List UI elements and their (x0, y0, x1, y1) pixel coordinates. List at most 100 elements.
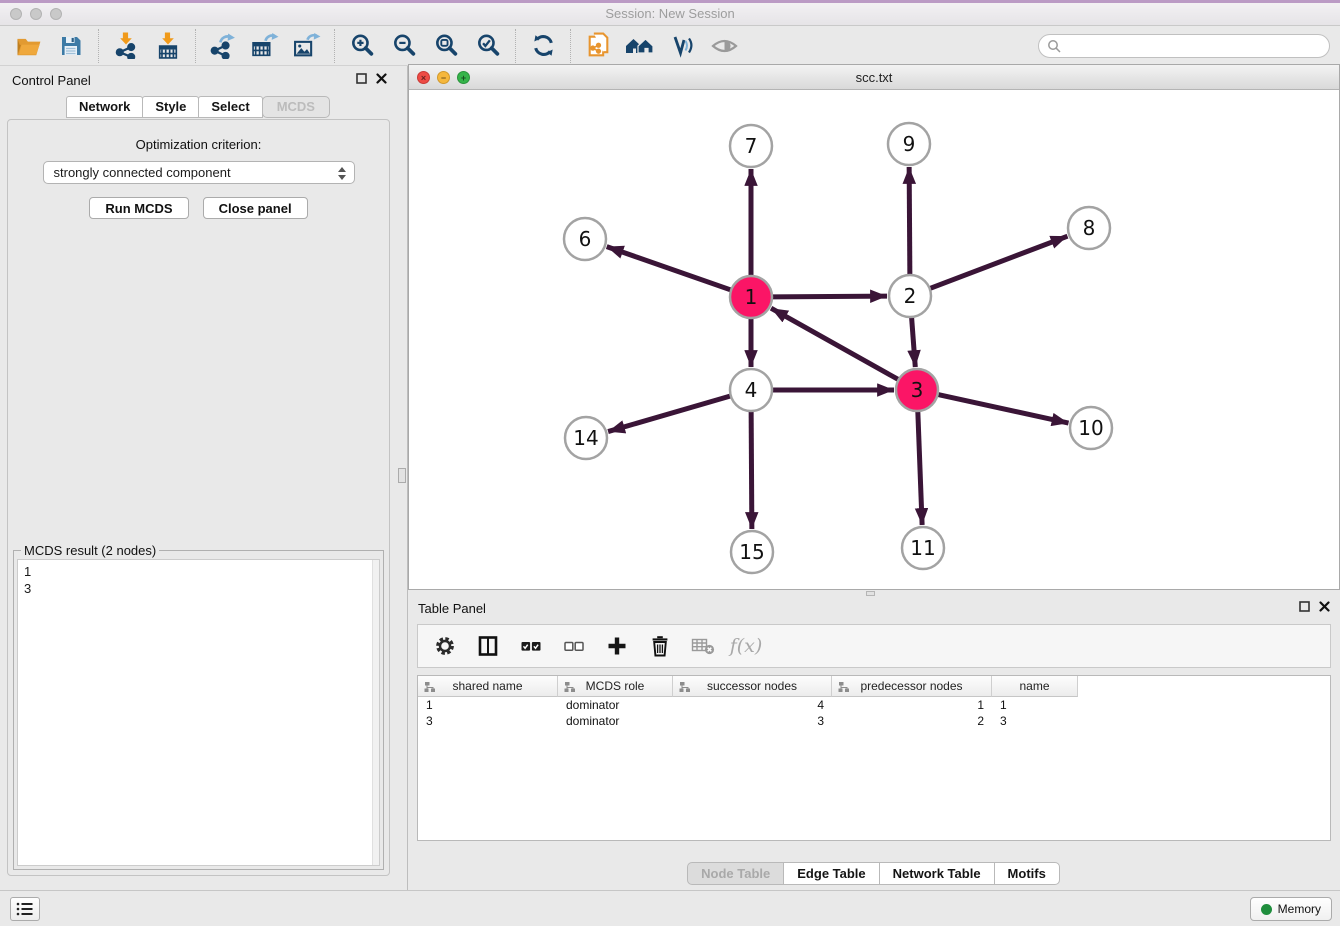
main-toolbar (0, 26, 1340, 66)
eye-icon (711, 35, 738, 57)
tab-network[interactable]: Network (66, 96, 143, 118)
tab-mcds[interactable]: MCDS (262, 96, 330, 118)
criterion-dropdown[interactable]: strongly connected component (43, 161, 355, 184)
graph-node-label: 15 (739, 540, 764, 564)
node-table: shared name MCDS role successor nodes pr… (417, 675, 1331, 841)
clone-network-icon (585, 32, 612, 60)
function-builder-button[interactable]: f(x) (729, 628, 763, 664)
zoom-selected-icon (476, 33, 501, 58)
vertical-split-divider[interactable] (397, 66, 408, 890)
float-panel-icon[interactable] (356, 73, 367, 84)
graph-edge[interactable] (938, 394, 1069, 423)
table-cell[interactable]: 4 (673, 697, 832, 713)
float-panel-icon[interactable] (1299, 601, 1310, 612)
refresh-view-button[interactable] (522, 27, 564, 65)
export-network-button[interactable] (202, 27, 244, 65)
table-row[interactable]: 1dominator411 (418, 697, 1330, 713)
table-cell[interactable]: 3 (992, 713, 1078, 729)
attribute-icon (679, 681, 691, 693)
table-cell[interactable]: 1 (832, 697, 992, 713)
delete-column-button[interactable] (643, 628, 677, 664)
delete-table-button[interactable] (686, 628, 720, 664)
zoom-out-icon (392, 33, 417, 58)
trash-icon (648, 634, 672, 658)
export-table-button[interactable] (244, 27, 286, 65)
table-cell[interactable]: dominator (558, 697, 673, 713)
add-column-button[interactable] (600, 628, 634, 664)
list-icon (15, 901, 35, 917)
table-panel: Table Panel (408, 596, 1340, 890)
column-header-shared-name[interactable]: shared name (418, 676, 558, 697)
gear-icon (433, 634, 457, 658)
column-header-successor-nodes[interactable]: successor nodes (673, 676, 832, 697)
graph-edge[interactable] (751, 411, 752, 529)
task-history-button[interactable] (10, 897, 40, 921)
graph-edge[interactable] (930, 236, 1068, 288)
columns-icon (476, 634, 500, 658)
open-folder-icon (16, 34, 43, 58)
deselect-all-button[interactable] (557, 628, 591, 664)
home-button[interactable] (619, 27, 661, 65)
vizmapper-button[interactable] (661, 27, 703, 65)
network-window-titlebar[interactable]: × − + scc.txt (409, 65, 1339, 90)
tab-node-table[interactable]: Node Table (687, 862, 784, 885)
tab-style[interactable]: Style (142, 96, 199, 118)
close-panel-icon[interactable] (1319, 601, 1330, 612)
export-image-button[interactable] (286, 27, 328, 65)
window-title: Session: New Session (0, 6, 1340, 21)
graph-node-label: 6 (579, 227, 592, 251)
table-cell[interactable]: 2 (832, 713, 992, 729)
graph-edge[interactable] (771, 308, 899, 379)
table-cell[interactable]: dominator (558, 713, 673, 729)
memory-label: Memory (1278, 902, 1321, 916)
table-cell[interactable]: 1 (992, 697, 1078, 713)
graph-node-label: 14 (573, 426, 598, 450)
import-table-button[interactable] (147, 27, 189, 65)
close-panel-button[interactable]: Close panel (203, 197, 308, 219)
table-cell[interactable]: 1 (418, 697, 558, 713)
zoom-fit-button[interactable] (425, 27, 467, 65)
clone-network-button[interactable] (577, 27, 619, 65)
table-cell[interactable]: 3 (418, 713, 558, 729)
run-mcds-button[interactable]: Run MCDS (89, 197, 188, 219)
column-header-name[interactable]: name (992, 676, 1078, 697)
network-graph[interactable]: 7968124314101511 (409, 90, 1339, 589)
show-columns-button[interactable] (471, 628, 505, 664)
import-network-button[interactable] (105, 27, 147, 65)
graph-edge[interactable] (608, 396, 731, 432)
memory-button[interactable]: Memory (1250, 897, 1332, 921)
save-session-button[interactable] (50, 27, 92, 65)
column-header-predecessor-nodes[interactable]: predecessor nodes (832, 676, 992, 697)
tab-network-table[interactable]: Network Table (879, 862, 995, 885)
open-session-button[interactable] (8, 27, 50, 65)
mcds-result-list[interactable]: 1 3 (17, 559, 380, 866)
graph-edge[interactable] (909, 167, 910, 275)
toolbar-separator (334, 29, 335, 63)
zoom-out-button[interactable] (383, 27, 425, 65)
graph-edge[interactable] (912, 317, 916, 367)
table-row[interactable]: 3dominator323 (418, 713, 1330, 729)
graph-node-label: 7 (745, 134, 758, 158)
zoom-in-button[interactable] (341, 27, 383, 65)
tab-select[interactable]: Select (198, 96, 262, 118)
vertical-split-grip[interactable] (398, 468, 406, 483)
table-settings-button[interactable] (428, 628, 462, 664)
tab-motifs[interactable]: Motifs (994, 862, 1060, 885)
search-input[interactable] (1061, 39, 1321, 53)
tab-edge-table[interactable]: Edge Table (783, 862, 879, 885)
network-canvas[interactable]: 7968124314101511 (409, 90, 1339, 589)
table-cell[interactable]: 3 (673, 713, 832, 729)
column-header-mcds-role[interactable]: MCDS role (558, 676, 673, 697)
select-all-button[interactable] (514, 628, 548, 664)
hide-panel-button[interactable] (703, 27, 745, 65)
result-scrollbar[interactable] (372, 560, 379, 865)
deselect-all-icon (562, 634, 586, 658)
graph-edge[interactable] (772, 296, 887, 297)
export-table-icon (251, 33, 279, 59)
table-toolbar: f(x) (417, 624, 1331, 668)
search-field[interactable] (1038, 34, 1330, 58)
graph-edge[interactable] (918, 411, 922, 525)
close-panel-icon[interactable] (376, 73, 387, 84)
zoom-selected-button[interactable] (467, 27, 509, 65)
graph-edge[interactable] (607, 247, 731, 290)
